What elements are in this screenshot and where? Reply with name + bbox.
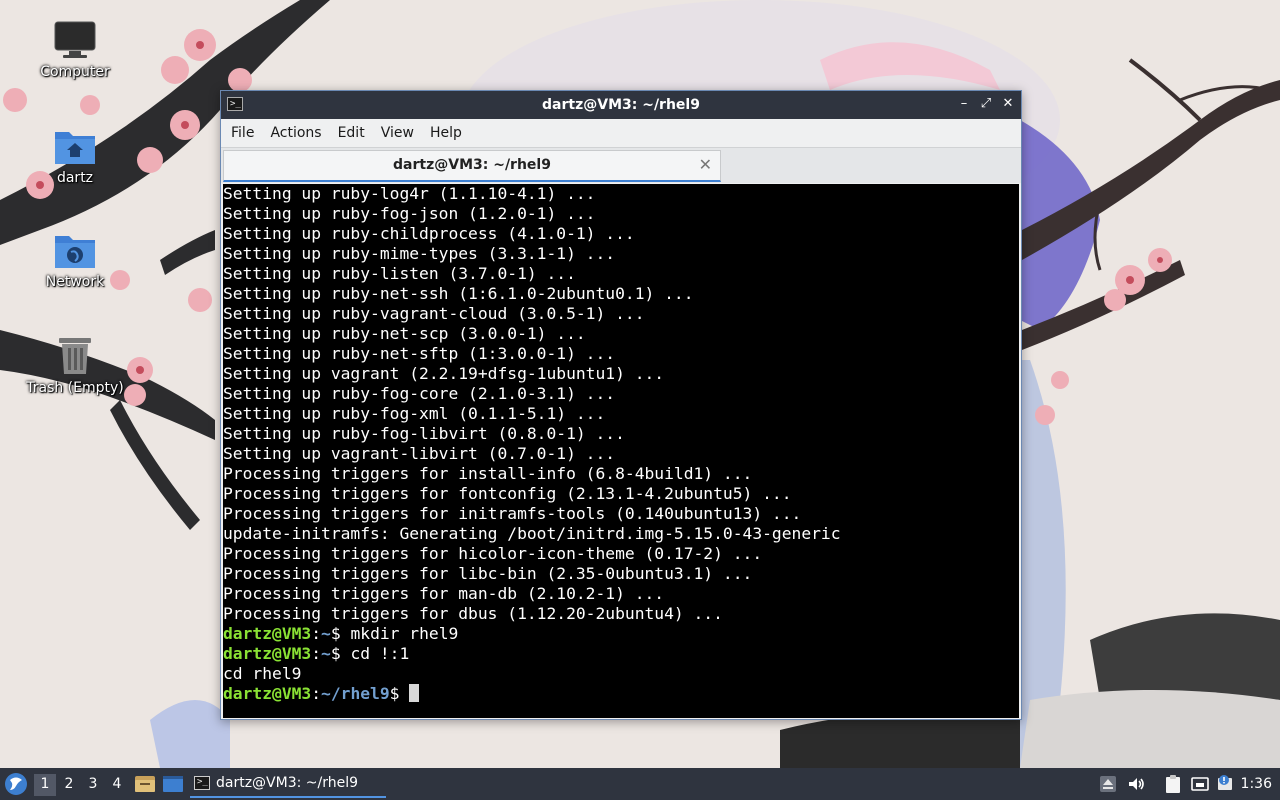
prompt-line: dartz@VM3:~$ mkdir rhel9: [223, 624, 1019, 644]
output-line: Processing triggers for install-info (6.…: [223, 464, 753, 483]
menu-actions[interactable]: Actions: [262, 125, 329, 141]
prompt-user: dartz@VM3: [223, 684, 312, 703]
trash-icon: [59, 338, 91, 374]
prompt-line: dartz@VM3:~$ cd !:1: [223, 644, 1019, 664]
output-line: Setting up ruby-fog-core (2.1.0-3.1) ...: [223, 384, 616, 403]
eject-icon[interactable]: [1098, 774, 1118, 794]
menu-edit[interactable]: Edit: [330, 125, 373, 141]
clipboard-icon[interactable]: [1163, 774, 1183, 794]
output-line: Processing triggers for hicolor-icon-the…: [223, 544, 763, 563]
output-line: Setting up ruby-net-sftp (1:3.0.0-1) ...: [223, 344, 616, 363]
prompt-user: dartz@VM3: [223, 644, 312, 663]
command-text: mkdir rhel9: [350, 624, 459, 643]
output-line: Setting up ruby-childprocess (4.1.0-1) .…: [223, 224, 635, 243]
network-folder-icon: [55, 236, 95, 268]
network-status-icon[interactable]: [1190, 774, 1210, 794]
minimize-button[interactable]: –: [957, 96, 971, 112]
tab-close-icon[interactable]: ✕: [699, 151, 712, 179]
start-menu-icon[interactable]: [4, 772, 28, 796]
monitor-icon: [54, 21, 96, 58]
prompt-dollar: $: [330, 644, 351, 663]
prompt-line: dartz@VM3:~/rhel9$: [223, 684, 1019, 704]
prompt-separator: :: [311, 644, 322, 663]
menu-bar: File Actions Edit View Help: [221, 119, 1021, 147]
taskbar: 1 2 3 4 >_ dartz@VM3: ~/rhel9 1:36: [0, 768, 1280, 800]
menu-view[interactable]: View: [373, 125, 422, 141]
prompt-user: dartz@VM3: [223, 624, 312, 643]
terminal-output[interactable]: Setting up ruby-log4r (1.1.10-4.1) ... Se…: [223, 184, 1019, 718]
file-manager-icon[interactable]: [134, 773, 156, 795]
terminal-window[interactable]: >_ dartz@VM3: ~/rhel9 – ⤢ ✕ File Actions…: [220, 90, 1022, 720]
task-label: dartz@VM3: ~/rhel9: [216, 775, 359, 791]
text-cursor: [409, 684, 420, 702]
output-line: Processing triggers for libc-bin (2.35-0…: [223, 564, 753, 583]
window-titlebar[interactable]: >_ dartz@VM3: ~/rhel9 – ⤢ ✕: [221, 91, 1021, 119]
prompt-path: ~: [321, 624, 331, 643]
prompt-separator: :: [311, 624, 322, 643]
output-line: Setting up vagrant (2.2.19+dfsg-1ubuntu1…: [223, 364, 665, 383]
home-folder-icon: [55, 132, 95, 164]
output-line: Setting up ruby-vagrant-cloud (3.0.5-1) …: [223, 304, 645, 323]
prompt-path: ~/rhel9: [321, 684, 390, 703]
desktop-icon-label: Computer: [40, 64, 110, 80]
output-line: Setting up ruby-mime-types (3.3.1-1) ...: [223, 244, 616, 263]
desktop-icon-home[interactable]: dartz: [20, 122, 130, 186]
output-line: Setting up vagrant-libvirt (0.7.0-1) ...: [223, 444, 616, 463]
terminal-app-icon: >_: [227, 97, 243, 111]
output-line: Setting up ruby-net-ssh (1:6.1.0-2ubuntu…: [223, 284, 694, 303]
prompt-separator: :: [311, 684, 322, 703]
terminal-tab[interactable]: dartz@VM3: ~/rhel9 ✕: [223, 150, 721, 182]
window-title: dartz@VM3: ~/rhel9: [542, 97, 700, 113]
desktop-icon-trash[interactable]: Trash (Empty): [20, 332, 130, 396]
terminal-task-icon: >_: [194, 776, 210, 790]
output-line: Processing triggers for dbus (1.12.20-2u…: [223, 604, 723, 623]
workspace-4[interactable]: 4: [106, 774, 128, 796]
desktop-icon-computer[interactable]: Computer: [20, 16, 130, 80]
workspace-3[interactable]: 3: [82, 774, 104, 796]
output-line: Setting up ruby-log4r (1.1.10-4.1) ...: [223, 184, 596, 203]
desktop-icon-label: dartz: [56, 170, 94, 186]
desktop-icon-network[interactable]: Network: [20, 226, 130, 290]
desktop-icon-label: Trash (Empty): [26, 380, 124, 396]
prompt-dollar: $: [389, 684, 410, 703]
output-line: Processing triggers for man-db (2.10.2-1…: [223, 584, 665, 603]
output-line: Setting up ruby-fog-json (1.2.0-1) ...: [223, 204, 596, 223]
output-line: Processing triggers for initramfs-tools …: [223, 504, 802, 523]
menu-file[interactable]: File: [225, 125, 262, 141]
command-echo: cd rhel9: [223, 664, 302, 683]
volume-icon[interactable]: [1126, 774, 1146, 794]
output-line: Setting up ruby-net-scp (3.0.0-1) ...: [223, 324, 586, 343]
menu-help[interactable]: Help: [422, 125, 470, 141]
tab-label: dartz@VM3: ~/rhel9: [393, 157, 551, 173]
output-line: Setting up ruby-fog-xml (0.1.1-5.1) ...: [223, 404, 606, 423]
tab-bar: dartz@VM3: ~/rhel9 ✕: [221, 147, 1021, 183]
close-button[interactable]: ✕: [1001, 96, 1015, 112]
show-desktop-icon[interactable]: [162, 773, 184, 795]
output-line: Setting up ruby-listen (3.7.0-1) ...: [223, 264, 576, 283]
prompt-path: ~: [321, 644, 331, 663]
output-line: Processing triggers for fontconfig (2.13…: [223, 484, 792, 503]
output-lines: Setting up ruby-log4r (1.1.10-4.1) ... Se…: [223, 184, 1019, 624]
notification-icon[interactable]: [1216, 774, 1236, 794]
desktop-icon-label: Network: [45, 274, 105, 290]
workspace-1[interactable]: 1: [34, 774, 56, 796]
workspace-2[interactable]: 2: [58, 774, 80, 796]
clock[interactable]: 1:36: [1241, 768, 1272, 800]
prompt-dollar: $: [330, 624, 351, 643]
maximize-button[interactable]: ⤢: [979, 96, 993, 112]
taskbar-window-button[interactable]: >_ dartz@VM3: ~/rhel9: [190, 770, 386, 798]
output-line: Setting up ruby-fog-libvirt (0.8.0-1) ..…: [223, 424, 625, 443]
output-line: update-initramfs: Generating /boot/initr…: [223, 524, 841, 543]
command-text: cd !:1: [350, 644, 410, 663]
